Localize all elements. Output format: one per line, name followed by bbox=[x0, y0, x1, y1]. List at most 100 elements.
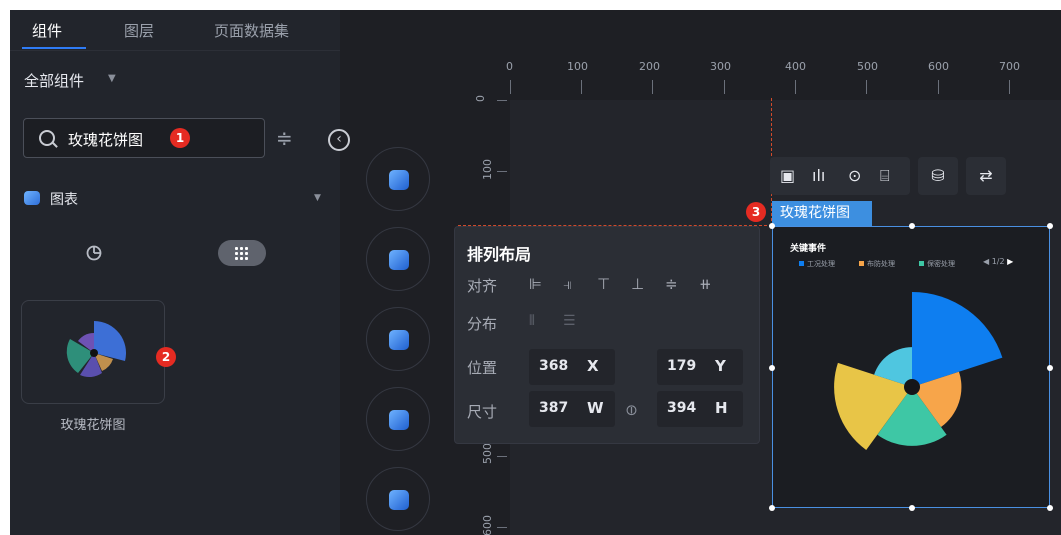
chart-category-icon bbox=[24, 191, 40, 205]
legend-item[interactable]: 工况处理 bbox=[799, 259, 835, 269]
ruler-tick bbox=[724, 80, 725, 94]
chart-title: 关键事件 bbox=[790, 244, 827, 254]
app-window: 组件 图层 页面数据集 全部组件 ▼ 1 ≑ 图表 ▼ bbox=[10, 10, 1061, 535]
all-components-dropdown[interactable]: 全部组件 bbox=[24, 70, 84, 91]
resize-handle[interactable] bbox=[769, 505, 775, 511]
ruler-tick bbox=[652, 80, 653, 94]
align-bottom-icon[interactable]: ⊥ bbox=[631, 275, 644, 293]
align-label: 对齐 bbox=[467, 277, 498, 295]
misc-component-icon bbox=[389, 490, 409, 510]
link-swap-button[interactable]: ⇄ bbox=[966, 157, 1006, 195]
legend-label: 布防处理 bbox=[867, 260, 895, 268]
ruler-label: 600 bbox=[928, 60, 949, 73]
ruler-tick bbox=[497, 456, 507, 457]
align-center-vertical-icon[interactable]: ≑ bbox=[665, 275, 678, 293]
legend-swatch bbox=[919, 261, 924, 266]
height-label: H bbox=[715, 399, 728, 417]
search-box[interactable]: 1 bbox=[23, 118, 265, 158]
widget-name-tag: 玫瑰花饼图 bbox=[772, 201, 872, 226]
tool-text-button[interactable] bbox=[366, 387, 430, 451]
size-width-value: 387 bbox=[539, 400, 569, 416]
ruler-label: 100 bbox=[481, 159, 494, 180]
database-icon: ⛁ bbox=[931, 166, 945, 185]
rose-pie-component-card[interactable]: 2 bbox=[21, 300, 176, 404]
ruler-tick bbox=[1009, 80, 1010, 94]
bar-chart-icon[interactable]: ılı bbox=[812, 157, 825, 195]
arrange-panel-title: 排列布局 bbox=[467, 245, 532, 264]
ruler-tick bbox=[510, 80, 511, 94]
tab-page-datasets[interactable]: 页面数据集 bbox=[214, 20, 289, 41]
legend-item[interactable]: 布防处理 bbox=[859, 259, 895, 269]
filter-icon[interactable]: ≑ bbox=[276, 128, 293, 148]
tab-components[interactable]: 组件 bbox=[32, 20, 62, 41]
caret-down-icon[interactable]: ▼ bbox=[314, 193, 321, 203]
ruler-label: 0 bbox=[474, 95, 487, 102]
ruler-tick bbox=[581, 80, 582, 94]
arrange-layout-panel: 排列布局 对齐 ⊫ ⫣ ⊤ ⊥ ≑ ⧺ 分布 ⫴ ☰ 位置 368 X 179 … bbox=[454, 226, 760, 444]
y-axis-label: Y bbox=[715, 357, 726, 375]
chart-icon bbox=[389, 170, 409, 190]
tab-divider bbox=[10, 50, 340, 51]
collapse-panel-button[interactable]: ‹ bbox=[328, 129, 350, 151]
search-icon bbox=[39, 130, 55, 146]
resize-handle[interactable] bbox=[1047, 365, 1053, 371]
tool-chart-button[interactable] bbox=[366, 147, 430, 211]
category-label: 图表 bbox=[50, 192, 78, 208]
link-aspect-icon[interactable]: ⊘ bbox=[620, 399, 642, 421]
legend-pager[interactable]: ◀ 1/2 ▶ bbox=[983, 257, 1013, 266]
position-y-field[interactable]: 179 Y bbox=[657, 349, 743, 385]
align-center-horizontal-icon[interactable]: ⧺ bbox=[699, 275, 712, 293]
size-height-value: 394 bbox=[667, 400, 697, 416]
width-label: W bbox=[587, 399, 604, 417]
pie-view-icon[interactable] bbox=[84, 242, 104, 262]
resize-handle[interactable] bbox=[909, 505, 915, 511]
ruler-tick bbox=[497, 171, 507, 172]
rose-pie-chart bbox=[834, 291, 1003, 450]
component-panel: 组件 图层 页面数据集 全部组件 ▼ 1 ≑ 图表 ▼ bbox=[10, 10, 340, 535]
chart-center-dot bbox=[904, 379, 920, 395]
ruler-label: 400 bbox=[785, 60, 806, 73]
resize-handle[interactable] bbox=[1047, 223, 1053, 229]
chart-config-icon[interactable]: ⌸ bbox=[880, 157, 890, 195]
resize-handle[interactable] bbox=[1047, 505, 1053, 511]
legend-swatch bbox=[799, 261, 804, 266]
legend-item[interactable]: 保密处理 bbox=[919, 259, 955, 269]
ruler-label: 300 bbox=[710, 60, 731, 73]
image-icon[interactable]: ▣ bbox=[780, 157, 795, 195]
grid-view-button[interactable] bbox=[218, 240, 266, 266]
align-right-icon[interactable]: ⫣ bbox=[563, 275, 572, 293]
widget-toolbar: ▣ ılı ⊙ ⌸ ⛁ ⇄ bbox=[770, 157, 1010, 197]
text-icon bbox=[389, 410, 409, 430]
tool-media-button[interactable] bbox=[366, 227, 430, 291]
ruler-label: 200 bbox=[639, 60, 660, 73]
ruler-tick bbox=[497, 527, 507, 528]
ruler-tick bbox=[938, 80, 939, 94]
legend-page-indicator: 1/2 bbox=[991, 257, 1005, 266]
distribute-horizontal-icon[interactable]: ⫴ bbox=[529, 313, 535, 329]
size-width-field[interactable]: 387 W bbox=[529, 391, 615, 427]
tab-layers[interactable]: 图层 bbox=[124, 20, 154, 41]
resize-handle[interactable] bbox=[909, 223, 915, 229]
tool-map-button[interactable] bbox=[366, 307, 430, 371]
link-swap-icon: ⇄ bbox=[979, 166, 993, 185]
distribute-vertical-icon[interactable]: ☰ bbox=[563, 313, 576, 329]
rose-pie-widget[interactable]: 关键事件 工况处理 布防处理 保密处理 ◀ 1/2 ▶ bbox=[769, 223, 1053, 511]
size-height-field[interactable]: 394 H bbox=[657, 391, 743, 427]
align-left-icon[interactable]: ⊫ bbox=[529, 275, 542, 293]
position-label: 位置 bbox=[467, 359, 498, 377]
target-icon[interactable]: ⊙ bbox=[848, 157, 861, 195]
resize-handle[interactable] bbox=[769, 223, 775, 229]
align-top-icon[interactable]: ⊤ bbox=[597, 275, 610, 293]
media-icon bbox=[389, 250, 409, 270]
active-tab-indicator bbox=[22, 47, 86, 49]
resize-handle[interactable] bbox=[769, 365, 775, 371]
x-axis-label: X bbox=[587, 357, 599, 375]
tool-other-button[interactable] bbox=[366, 467, 430, 531]
position-x-field[interactable]: 368 X bbox=[529, 349, 615, 385]
database-button[interactable]: ⛁ bbox=[918, 157, 958, 195]
size-label: 尺寸 bbox=[467, 403, 498, 421]
step-badge-2: 2 bbox=[156, 347, 176, 367]
ruler-label: 500 bbox=[481, 443, 494, 464]
caret-down-icon[interactable]: ▼ bbox=[108, 73, 116, 84]
category-charts[interactable]: 图表 ▼ bbox=[24, 188, 324, 210]
